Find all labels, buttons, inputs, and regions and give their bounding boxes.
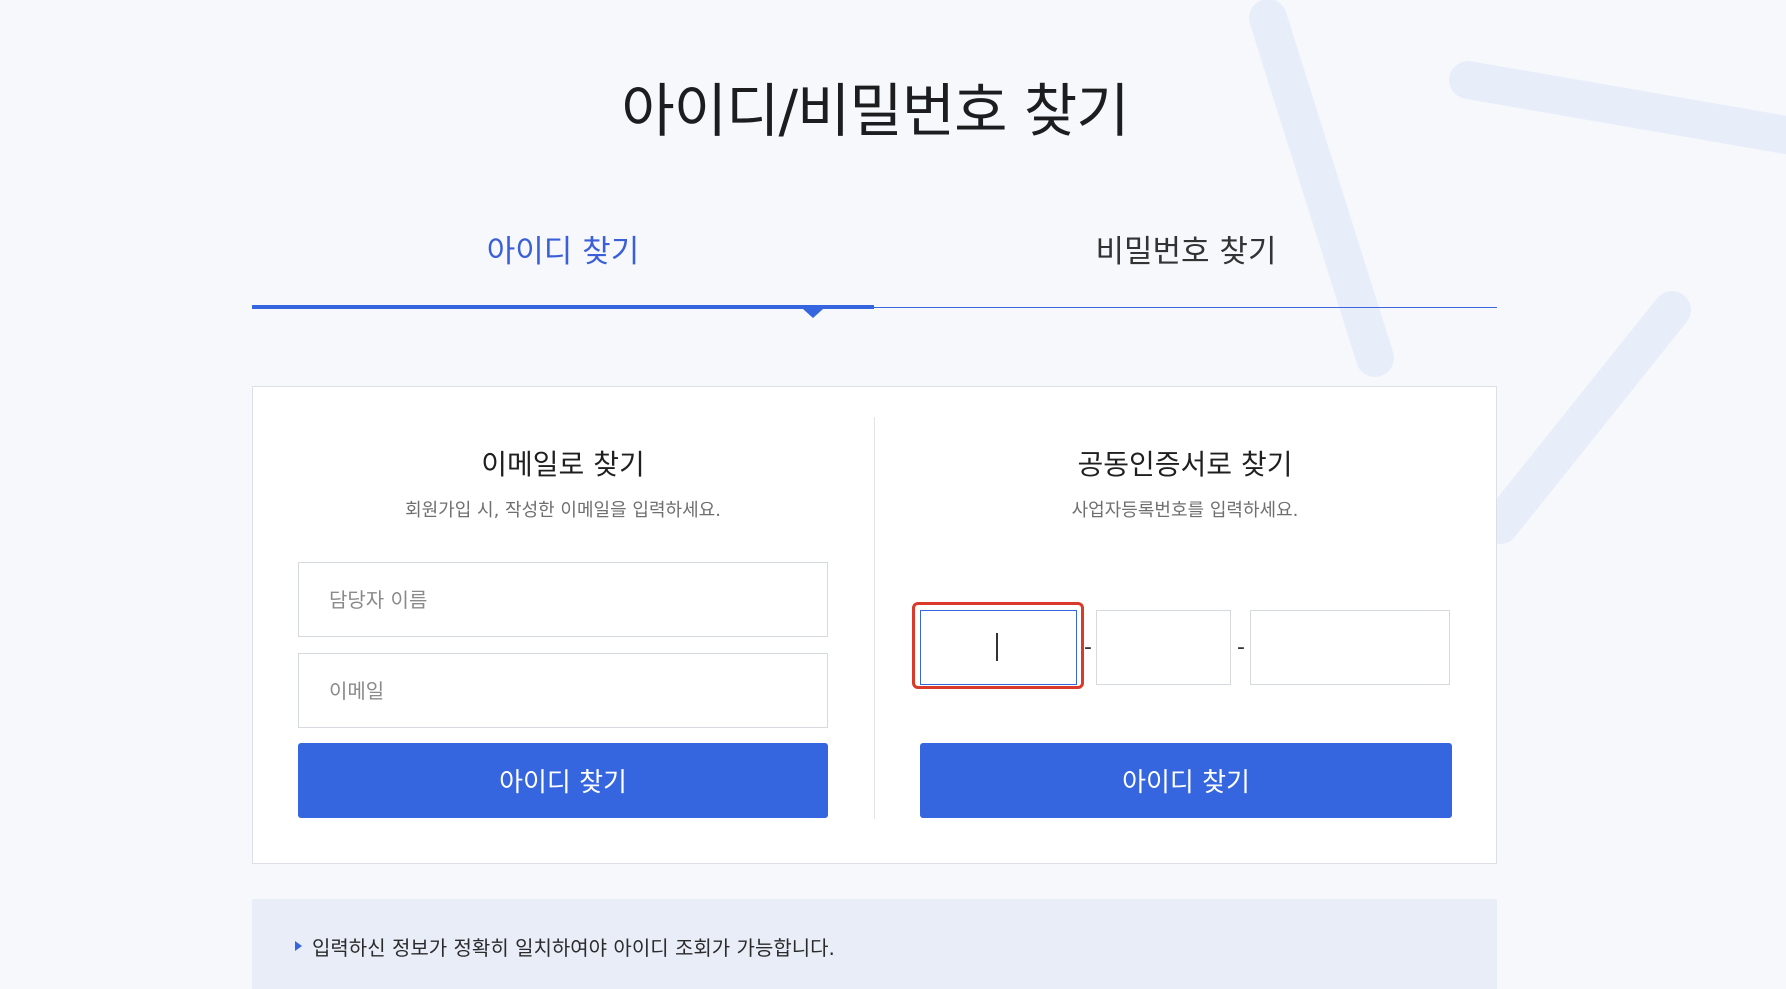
business-number-separator: - <box>1237 635 1245 660</box>
notice-text: 입력하신 정보가 정확히 일치하여야 아이디 조회가 가능합니다. <box>312 936 835 960</box>
caret-down-icon <box>803 309 823 318</box>
business-number-part-2-input[interactable] <box>1096 610 1231 685</box>
certificate-find-panel: 공동인증서로 찾기 사업자등록번호를 입력하세요. - - 아이디 찾기 <box>875 387 1495 863</box>
email-find-panel: 이메일로 찾기 회원가입 시, 작성한 이메일을 입력하세요. 아이디 찾기 <box>253 387 873 863</box>
email-panel-description: 회원가입 시, 작성한 이메일을 입력하세요. <box>405 500 721 521</box>
find-id-by-certificate-button[interactable]: 아이디 찾기 <box>920 743 1452 818</box>
email-panel-title: 이메일로 찾기 <box>481 448 645 481</box>
tab-find-id[interactable]: 아이디 찾기 <box>252 222 874 307</box>
find-account-page: 아이디/비밀번호 찾기 아이디 찾기 비밀번호 찾기 이메일로 찾기 회원가입 … <box>0 0 1786 989</box>
page-title: 아이디/비밀번호 찾기 <box>621 77 1129 145</box>
tab-bar: 아이디 찾기 비밀번호 찾기 <box>252 222 1497 318</box>
bullet-triangle-icon <box>295 941 302 951</box>
tab-find-password[interactable]: 비밀번호 찾기 <box>875 222 1497 307</box>
certificate-panel-description: 사업자등록번호를 입력하세요. <box>1071 500 1299 521</box>
manager-name-input[interactable] <box>298 562 828 637</box>
business-number-part-3-input[interactable] <box>1250 610 1450 685</box>
email-input[interactable] <box>298 653 828 728</box>
business-number-part-1-input[interactable] <box>920 610 1077 685</box>
tab-active-indicator <box>252 305 874 309</box>
find-id-card: 이메일로 찾기 회원가입 시, 작성한 이메일을 입력하세요. 아이디 찾기 공… <box>252 386 1497 864</box>
business-number-group: - - <box>910 600 1470 700</box>
notice-box: 입력하신 정보가 정확히 일치하여야 아이디 조회가 가능합니다. <box>252 899 1497 989</box>
find-id-by-email-button[interactable]: 아이디 찾기 <box>298 743 828 818</box>
certificate-panel-title: 공동인증서로 찾기 <box>1077 448 1293 481</box>
business-number-separator: - <box>1084 635 1092 660</box>
text-cursor <box>996 633 998 661</box>
